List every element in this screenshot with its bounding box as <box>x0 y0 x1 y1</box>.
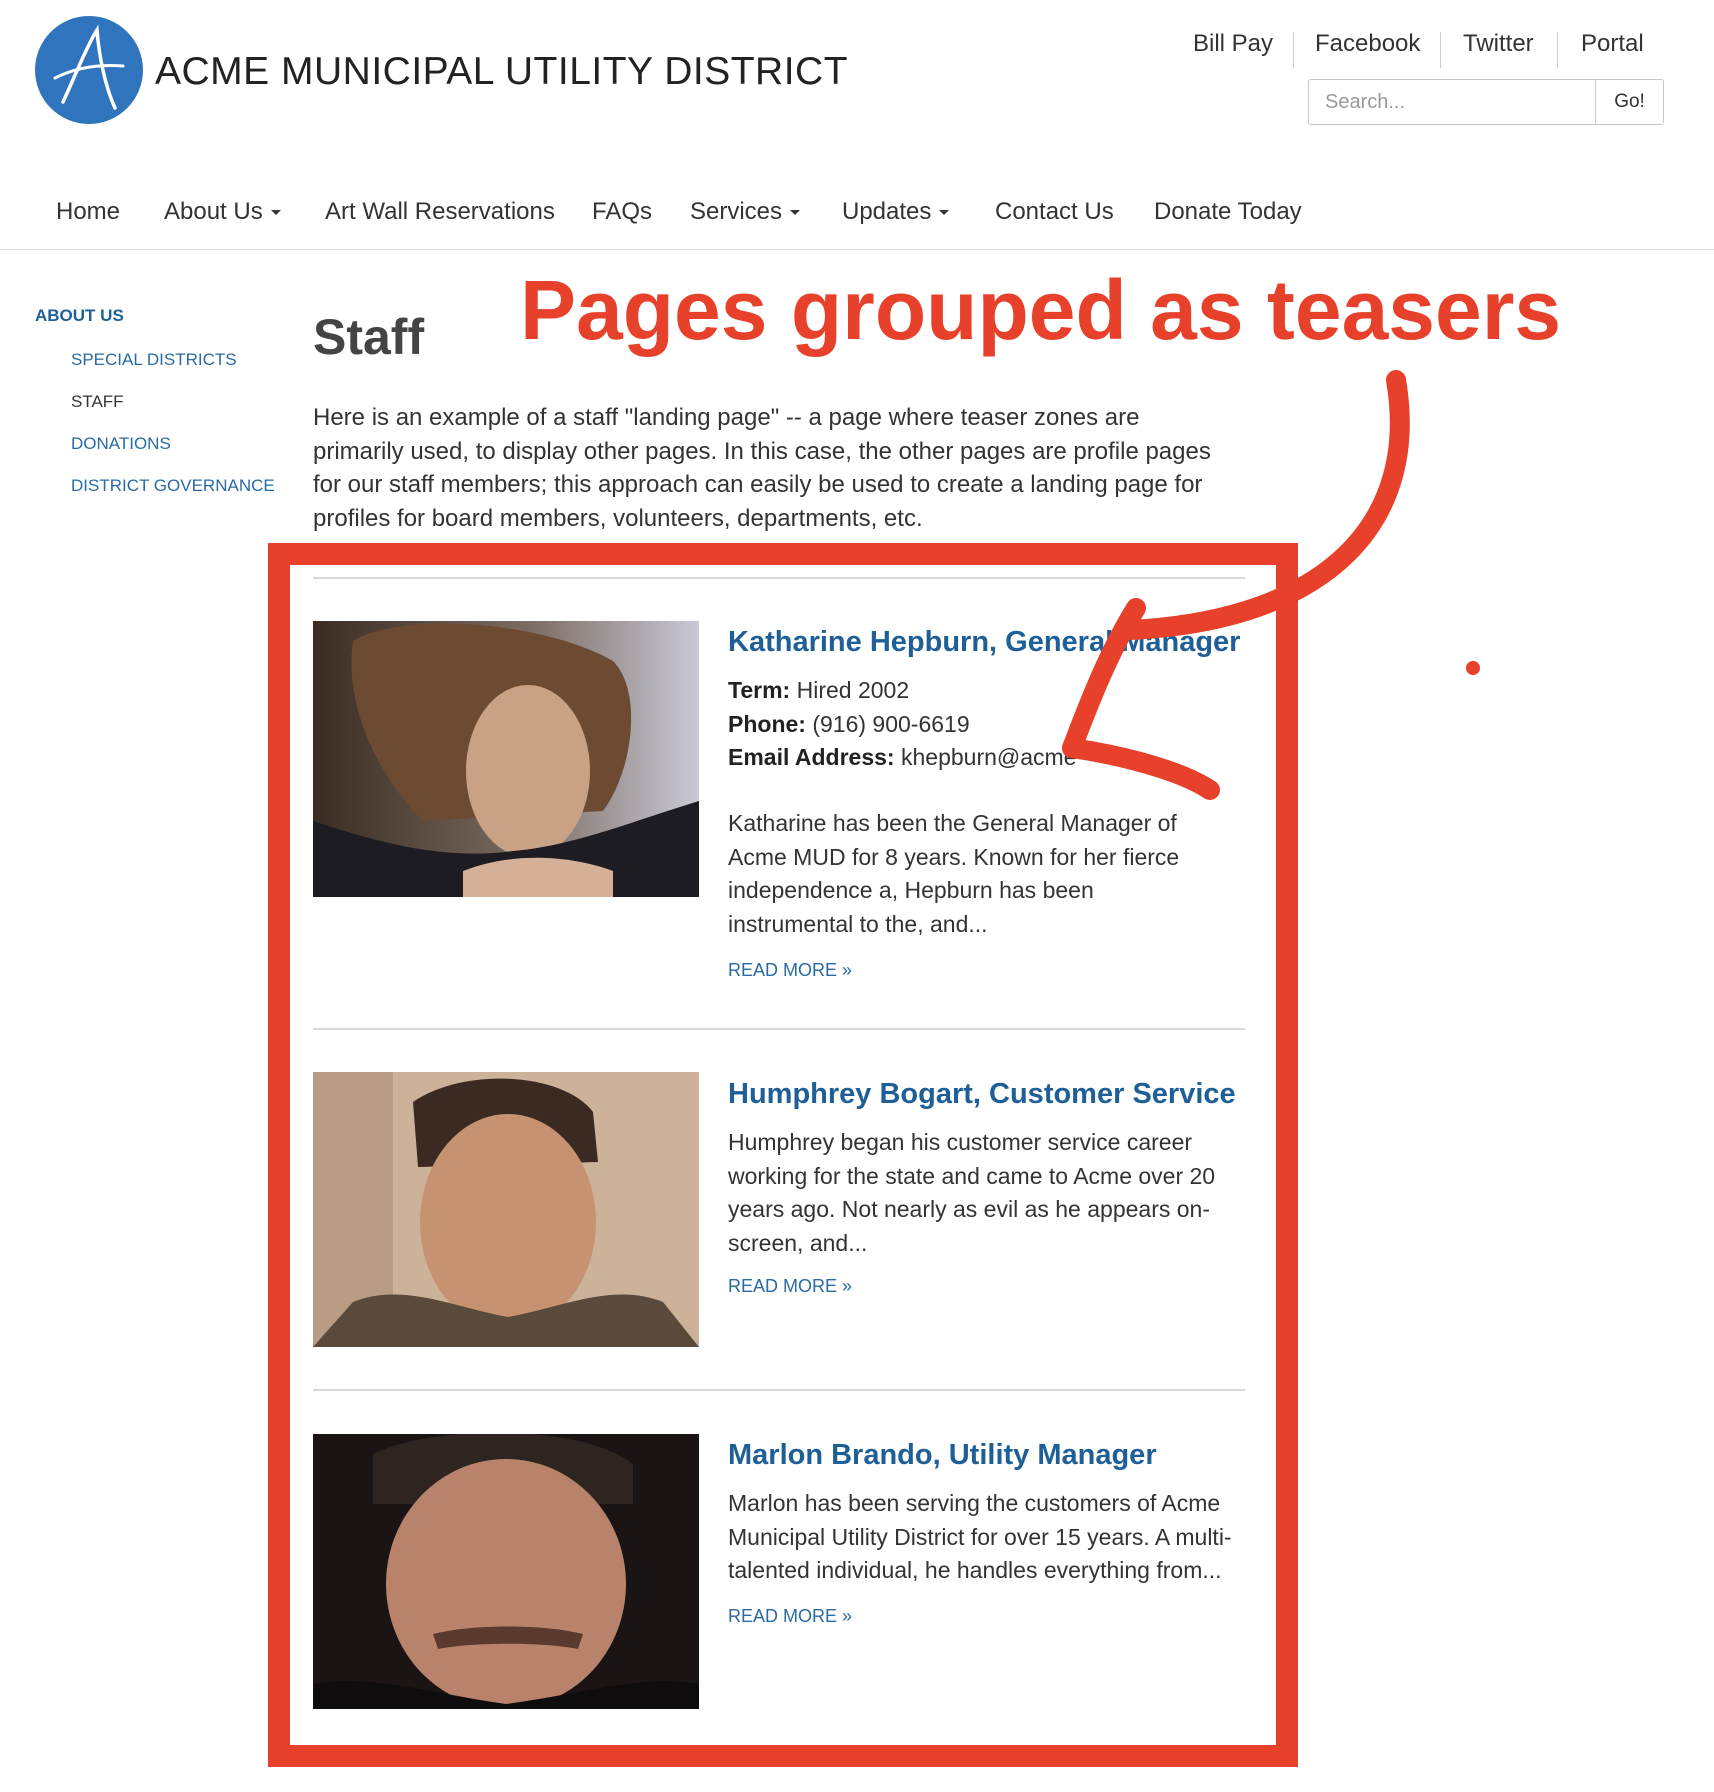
sidebar-item-staff[interactable]: STAFF <box>71 392 124 412</box>
util-divider <box>1440 32 1441 68</box>
nav-home[interactable]: Home <box>56 198 120 226</box>
nav-faqs[interactable]: FAQs <box>592 198 652 226</box>
nav-divider <box>0 249 1714 250</box>
annotation-label: Pages grouped as teasers <box>520 263 1562 357</box>
search-go-button[interactable]: Go! <box>1596 79 1664 125</box>
nav-about-us[interactable]: About Us <box>164 198 281 226</box>
util-divider <box>1293 32 1294 68</box>
page-title: Staff <box>313 309 425 365</box>
logo-a-icon <box>53 24 125 110</box>
nav-art-wall-reservations[interactable]: Art Wall Reservations <box>325 198 555 226</box>
annotation-highlight-box <box>268 543 1298 1767</box>
nav-contact-us[interactable]: Contact Us <box>995 198 1114 226</box>
site-title[interactable]: ACME MUNICIPAL UTILITY DISTRICT <box>155 50 848 94</box>
nav-services[interactable]: Services <box>690 198 801 226</box>
sidebar-item-district-governance[interactable]: DISTRICT GOVERNANCE <box>71 476 275 496</box>
intro-paragraph: Here is an example of a staff "landing p… <box>313 404 1211 532</box>
util-link-bill-pay[interactable]: Bill Pay <box>1193 30 1273 58</box>
util-link-facebook[interactable]: Facebook <box>1315 30 1420 58</box>
caret-down-icon <box>790 210 801 216</box>
nav-updates[interactable]: Updates <box>842 198 950 226</box>
sidebar-item-donations[interactable]: DONATIONS <box>71 434 171 454</box>
util-link-twitter[interactable]: Twitter <box>1463 30 1534 58</box>
utility-links: Bill Pay Facebook Twitter Portal <box>1193 30 1673 70</box>
caret-down-icon <box>939 210 950 216</box>
search-input[interactable] <box>1308 79 1596 125</box>
nav-donate-today[interactable]: Donate Today <box>1154 198 1302 226</box>
util-divider <box>1557 32 1558 68</box>
caret-down-icon <box>270 210 281 216</box>
sidebar-item-special-districts[interactable]: SPECIAL DISTRICTS <box>71 350 237 370</box>
sidebar-heading-about-us[interactable]: ABOUT US <box>35 306 124 326</box>
site-logo[interactable] <box>35 16 143 124</box>
util-link-portal[interactable]: Portal <box>1581 30 1644 58</box>
